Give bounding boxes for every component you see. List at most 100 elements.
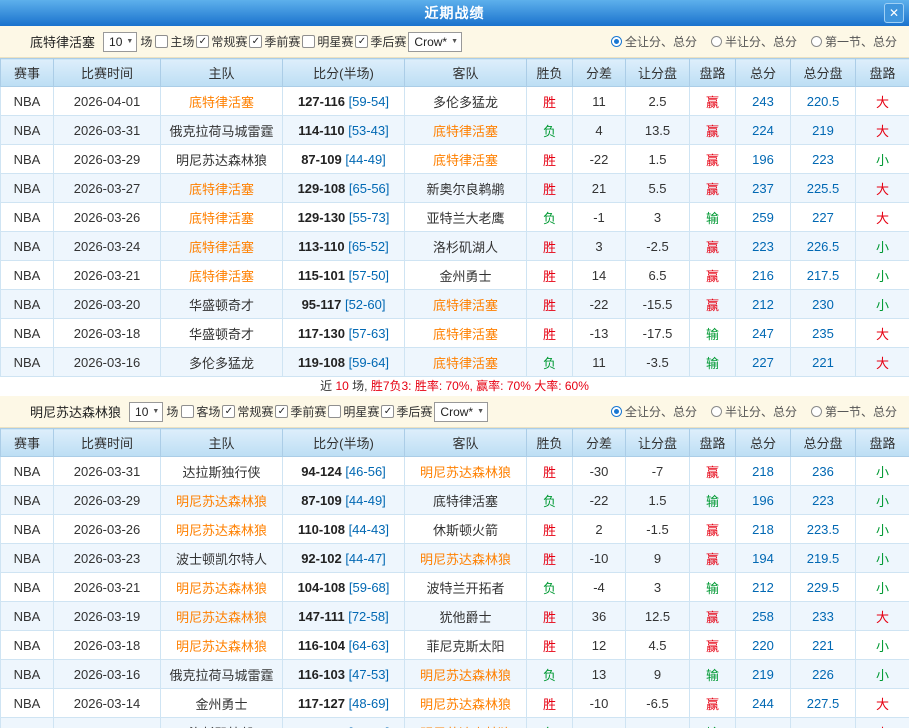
league-cell: NBA — [1, 203, 54, 232]
filter-radio[interactable]: 全让分、总分 — [611, 403, 697, 420]
win-loss-cell: 胜 — [527, 319, 573, 348]
filter-radio[interactable]: 第一节、总分 — [811, 403, 897, 420]
checkbox-icon[interactable] — [328, 405, 341, 418]
half-score: [46-56] — [345, 464, 385, 479]
half-score: [59-64] — [349, 355, 389, 370]
half-score: [57-50] — [349, 268, 389, 283]
radio-label: 全让分、总分 — [625, 403, 697, 420]
home-team-cell: 华盛顿奇才 — [161, 290, 283, 319]
checkbox-icon[interactable]: ✓ — [355, 35, 368, 48]
checkbox-icon[interactable]: ✓ — [275, 405, 288, 418]
handicap-result-cell: 赢 — [690, 544, 736, 573]
handicap-result-cell: 输 — [690, 203, 736, 232]
filter-checkbox-group: 客场✓常规赛✓季前赛明星赛✓季后赛 — [181, 403, 434, 420]
total-points-cell: 218 — [736, 457, 791, 486]
handicap-result-cell: 输 — [690, 348, 736, 377]
handicap-line-cell: 2.5 — [626, 87, 690, 116]
half-score: [47-53] — [349, 667, 389, 682]
checkbox-icon[interactable] — [181, 405, 194, 418]
point-diff-cell: 14 — [573, 261, 626, 290]
filter-checkbox[interactable]: 主场 — [155, 33, 194, 50]
radio-icon[interactable] — [611, 406, 622, 417]
filter-checkbox[interactable]: 明星赛 — [302, 33, 353, 50]
league-cell: NBA — [1, 261, 54, 290]
point-diff-cell: -22 — [573, 290, 626, 319]
score-cell: 110-108 [44-43] — [283, 515, 405, 544]
date-cell: 2026-03-14 — [54, 689, 161, 718]
home-team-cell: 明尼苏达森林狼 — [161, 145, 283, 174]
filter-checkbox[interactable]: ✓季后赛 — [381, 403, 432, 420]
filter-checkbox[interactable]: ✓季后赛 — [355, 33, 406, 50]
odds-company-select[interactable]: Crow* ▼ — [434, 402, 488, 422]
handicap-line-cell: 9 — [626, 660, 690, 689]
over-under-cell: 小 — [856, 544, 909, 573]
close-button[interactable]: ✕ — [884, 3, 904, 23]
home-team-cell: 明尼苏达森林狼 — [161, 515, 283, 544]
date-cell: 2026-03-12 — [54, 718, 161, 728]
filter-checkbox[interactable]: ✓常规赛 — [222, 403, 273, 420]
point-diff-cell: -10 — [573, 689, 626, 718]
radio-icon[interactable] — [811, 406, 822, 417]
over-under-cell: 大 — [856, 718, 909, 728]
handicap-result-cell: 输 — [690, 718, 736, 728]
home-team-cell: 金州勇士 — [161, 689, 283, 718]
home-team-cell: 底特律活塞 — [161, 261, 283, 290]
filter-radio-group: 全让分、总分半让分、总分第一节、总分 — [611, 403, 897, 420]
filter-checkbox[interactable]: ✓季前赛 — [275, 403, 326, 420]
checkbox-icon[interactable]: ✓ — [222, 405, 235, 418]
home-team-cell: 达拉斯独行侠 — [161, 457, 283, 486]
radio-icon[interactable] — [611, 36, 622, 47]
handicap-line-cell: 12.5 — [626, 602, 690, 631]
game-row: NBA2026-03-12洛杉矶快船153-128 [74-65]明尼苏达森林狼… — [1, 718, 909, 728]
checkbox-icon[interactable]: ✓ — [381, 405, 394, 418]
games-table-body: NBA2026-03-31达拉斯独行侠94-124 [46-56]明尼苏达森林狼… — [1, 457, 909, 728]
total-points-cell: 281 — [736, 718, 791, 728]
team-section-timberwolves: 明尼苏达森林狼 10 ▼ 场 客场✓常规赛✓季前赛明星赛✓季后赛 Crow* ▼… — [0, 396, 909, 728]
column-header: 总分 — [736, 429, 791, 457]
game-row: NBA2026-03-18明尼苏达森林狼116-104 [64-63]菲尼克斯太… — [1, 631, 909, 660]
radio-icon[interactable] — [711, 36, 722, 47]
filter-checkbox[interactable]: ✓季前赛 — [249, 33, 300, 50]
filter-checkbox[interactable]: 明星赛 — [328, 403, 379, 420]
away-team-cell: 底特律活塞 — [405, 319, 527, 348]
checkbox-label: 主场 — [170, 33, 194, 50]
odds-company-select[interactable]: Crow* ▼ — [408, 32, 462, 52]
game-row: NBA2026-03-20华盛顿奇才95-117 [52-60]底特律活塞胜-2… — [1, 290, 909, 319]
total-points-cell: 194 — [736, 544, 791, 573]
chevron-down-icon: ▼ — [451, 38, 458, 45]
column-header: 总分盘 — [791, 429, 856, 457]
filter-radio[interactable]: 全让分、总分 — [611, 33, 697, 50]
games-count-value: 10 — [135, 405, 148, 419]
win-loss-cell: 负 — [527, 203, 573, 232]
radio-icon[interactable] — [811, 36, 822, 47]
checkbox-icon[interactable] — [155, 35, 168, 48]
away-team-cell: 明尼苏达森林狼 — [405, 457, 527, 486]
game-row: NBA2026-03-31达拉斯独行侠94-124 [46-56]明尼苏达森林狼… — [1, 457, 909, 486]
games-count-select[interactable]: 10 ▼ — [103, 32, 137, 52]
filter-checkbox[interactable]: ✓常规赛 — [196, 33, 247, 50]
league-cell: NBA — [1, 319, 54, 348]
games-suffix-label: 场 — [140, 33, 152, 50]
game-row: NBA2026-03-16俄克拉荷马城雷霆116-103 [47-53]明尼苏达… — [1, 660, 909, 689]
summary-segment: 10 — [335, 379, 348, 393]
checkbox-icon[interactable] — [302, 35, 315, 48]
odds-company-value: Crow* — [414, 35, 447, 49]
radio-icon[interactable] — [711, 406, 722, 417]
checkbox-icon[interactable]: ✓ — [196, 35, 209, 48]
filter-checkbox[interactable]: 客场 — [181, 403, 220, 420]
games-count-select[interactable]: 10 ▼ — [129, 402, 163, 422]
total-points-cell: 244 — [736, 689, 791, 718]
filter-radio[interactable]: 第一节、总分 — [811, 33, 897, 50]
checkbox-icon[interactable]: ✓ — [249, 35, 262, 48]
date-cell: 2026-03-16 — [54, 348, 161, 377]
filter-bar: 明尼苏达森林狼 10 ▼ 场 客场✓常规赛✓季前赛明星赛✓季后赛 Crow* ▼… — [0, 396, 909, 428]
filter-radio[interactable]: 半让分、总分 — [711, 33, 797, 50]
game-row: NBA2026-03-19明尼苏达森林狼147-111 [72-58]犹他爵士胜… — [1, 602, 909, 631]
summary-segment: 场, — [349, 379, 371, 393]
column-header: 盘路 — [856, 59, 909, 87]
total-line-cell: 223 — [791, 486, 856, 515]
table-header-row: 赛事比赛时间主队比分(半场)客队胜负分差让分盘盘路总分总分盘盘路 — [1, 429, 909, 457]
filter-radio[interactable]: 半让分、总分 — [711, 403, 797, 420]
checkbox-label: 季前赛 — [290, 403, 326, 420]
handicap-line-cell: -7 — [626, 457, 690, 486]
